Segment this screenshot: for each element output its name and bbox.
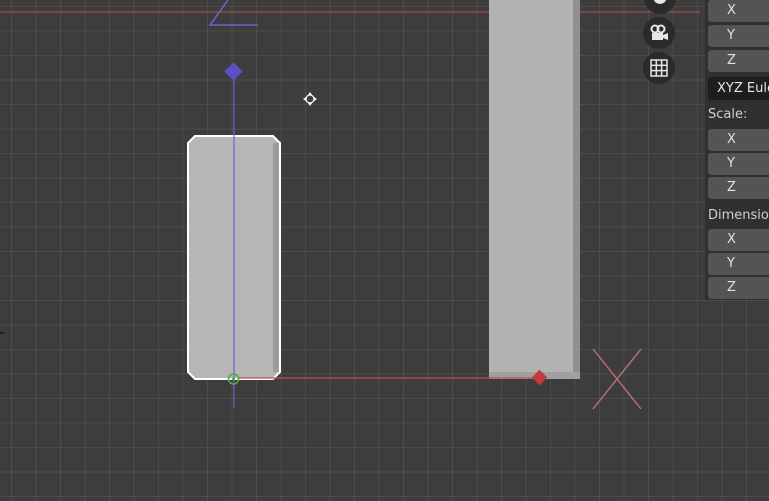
empty-x-marker[interactable] [592, 348, 642, 410]
dimensions-z-field[interactable]: Z [708, 277, 769, 299]
scale-label: Scale: [708, 107, 748, 122]
origin-dot [232, 377, 235, 381]
rotation-y-field[interactable]: Y [708, 25, 769, 47]
scale-y-field[interactable]: Y [708, 153, 769, 175]
grid-icon[interactable] [643, 52, 675, 84]
camera-icon[interactable] [643, 17, 675, 49]
scale-z-field[interactable]: Z [708, 177, 769, 199]
rotation-z-field[interactable]: Z [708, 50, 769, 72]
scale-x-field[interactable]: X [708, 129, 769, 151]
dimensions-y-field[interactable]: Y [708, 253, 769, 275]
rotation-mode-dropdown[interactable]: XYZ Euler [708, 77, 769, 100]
second-object[interactable] [489, 0, 580, 379]
move-cursor-icon [303, 92, 317, 106]
3d-viewport[interactable] [0, 0, 769, 501]
dimensions-x-field[interactable]: X [708, 229, 769, 251]
dimensions-label: Dimensions: [708, 208, 769, 223]
z-axis-handle[interactable] [224, 62, 243, 81]
rotation-x-field[interactable]: X [708, 0, 769, 22]
